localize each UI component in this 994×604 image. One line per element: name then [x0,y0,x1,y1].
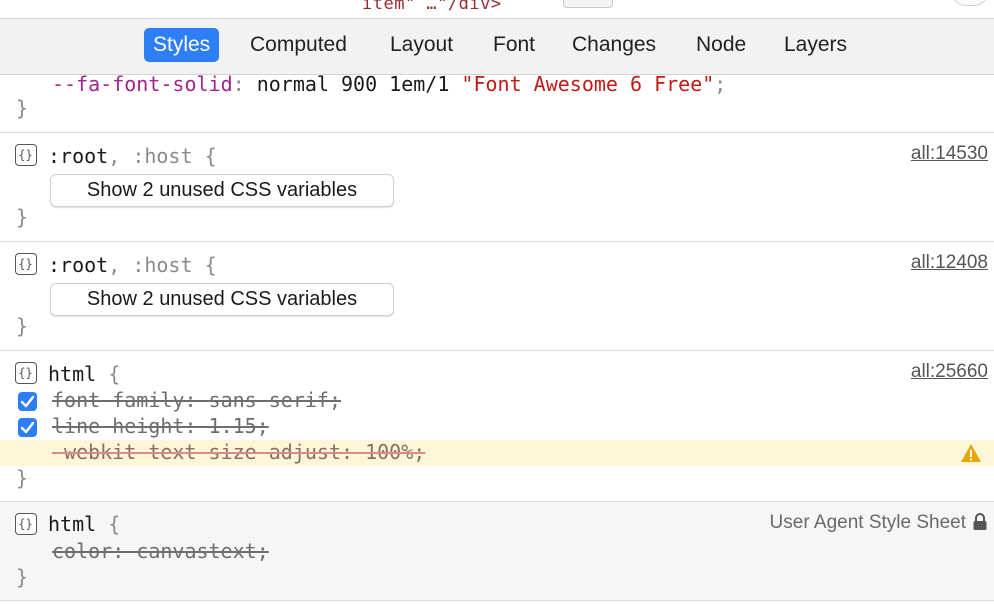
rule-icon[interactable]: {} [15,362,37,384]
tab-styles[interactable]: Styles [144,28,220,62]
sidebar-tab-bar: Styles Computed Layout Font Changes Node… [0,19,994,75]
tab-layers[interactable]: Layers [775,28,856,62]
dom-badge[interactable] [563,0,613,8]
declaration-font-family[interactable]: font-family: sans-serif; [52,388,341,412]
rule-icon[interactable]: {} [15,144,37,166]
show-unused-variables-button[interactable]: Show 2 unused CSS variables [50,283,394,316]
rule-selector[interactable]: :root, :host { [48,253,217,277]
rule-close-brace: } [16,314,29,338]
declaration-color[interactable]: color: canvastext; [52,539,269,563]
rule-close-brace: } [16,466,29,490]
declaration-checkbox[interactable] [18,392,37,411]
style-rule-html-user-agent: {} html { User Agent Style Sheet color: … [0,502,994,601]
rule-icon[interactable]: {} [15,513,37,535]
rule-source-link[interactable]: all:25660 [911,361,988,383]
rule-close-brace: } [16,96,29,120]
rule-selector[interactable]: html { [48,512,120,536]
rule-source-label: User Agent Style Sheet [769,512,966,533]
tab-layout[interactable]: Layout [381,28,462,62]
svg-text:{}: {} [18,148,32,162]
tab-changes[interactable]: Changes [563,28,665,62]
tab-node[interactable]: Node [687,28,755,62]
scroll-button[interactable] [952,0,988,6]
svg-text:{}: {} [18,517,32,531]
tab-computed[interactable]: Computed [241,28,356,62]
style-rule-variables: --fa-font-solid: normal 900 1em/1 "Font … [0,72,994,133]
show-unused-variables-button[interactable]: Show 2 unused CSS variables [50,174,394,207]
style-rule-root-host-1: {} :root, :host { all:14530 Show 2 unuse… [0,133,994,242]
rule-close-brace: } [16,205,29,229]
declaration-line-height[interactable]: line-height: 1.15; [52,414,269,438]
dom-tree-remnant: item" …"/div> [0,0,994,19]
declaration-webkit-text-size-adjust[interactable]: -webkit-text-size-adjust: 100%; [52,440,425,464]
lock-icon [972,513,988,531]
rule-icon[interactable]: {} [15,253,37,275]
style-rule-root-host-2: {} :root, :host { all:12408 Show 2 unuse… [0,242,994,351]
declaration-warning-row: -webkit-text-size-adjust: 100%; [0,440,994,466]
rule-selector[interactable]: html { [48,362,120,386]
style-rule-html: {} html { all:25660 font-family: sans-se… [0,351,994,502]
rule-selector[interactable]: :root, :host { [48,144,217,168]
declaration-checkbox[interactable] [18,418,37,437]
declaration-fa-font-solid[interactable]: --fa-font-solid: normal 900 1em/1 "Font … [52,72,726,96]
rule-source-link[interactable]: all:14530 [911,143,988,165]
tab-font[interactable]: Font [484,28,544,62]
dom-fragment: item" …"/div> [362,0,502,14]
rule-source-link[interactable]: all:12408 [911,252,988,274]
svg-text:{}: {} [18,257,32,271]
rule-close-brace: } [16,565,29,589]
svg-text:{}: {} [18,366,32,380]
warning-icon[interactable] [960,443,982,463]
